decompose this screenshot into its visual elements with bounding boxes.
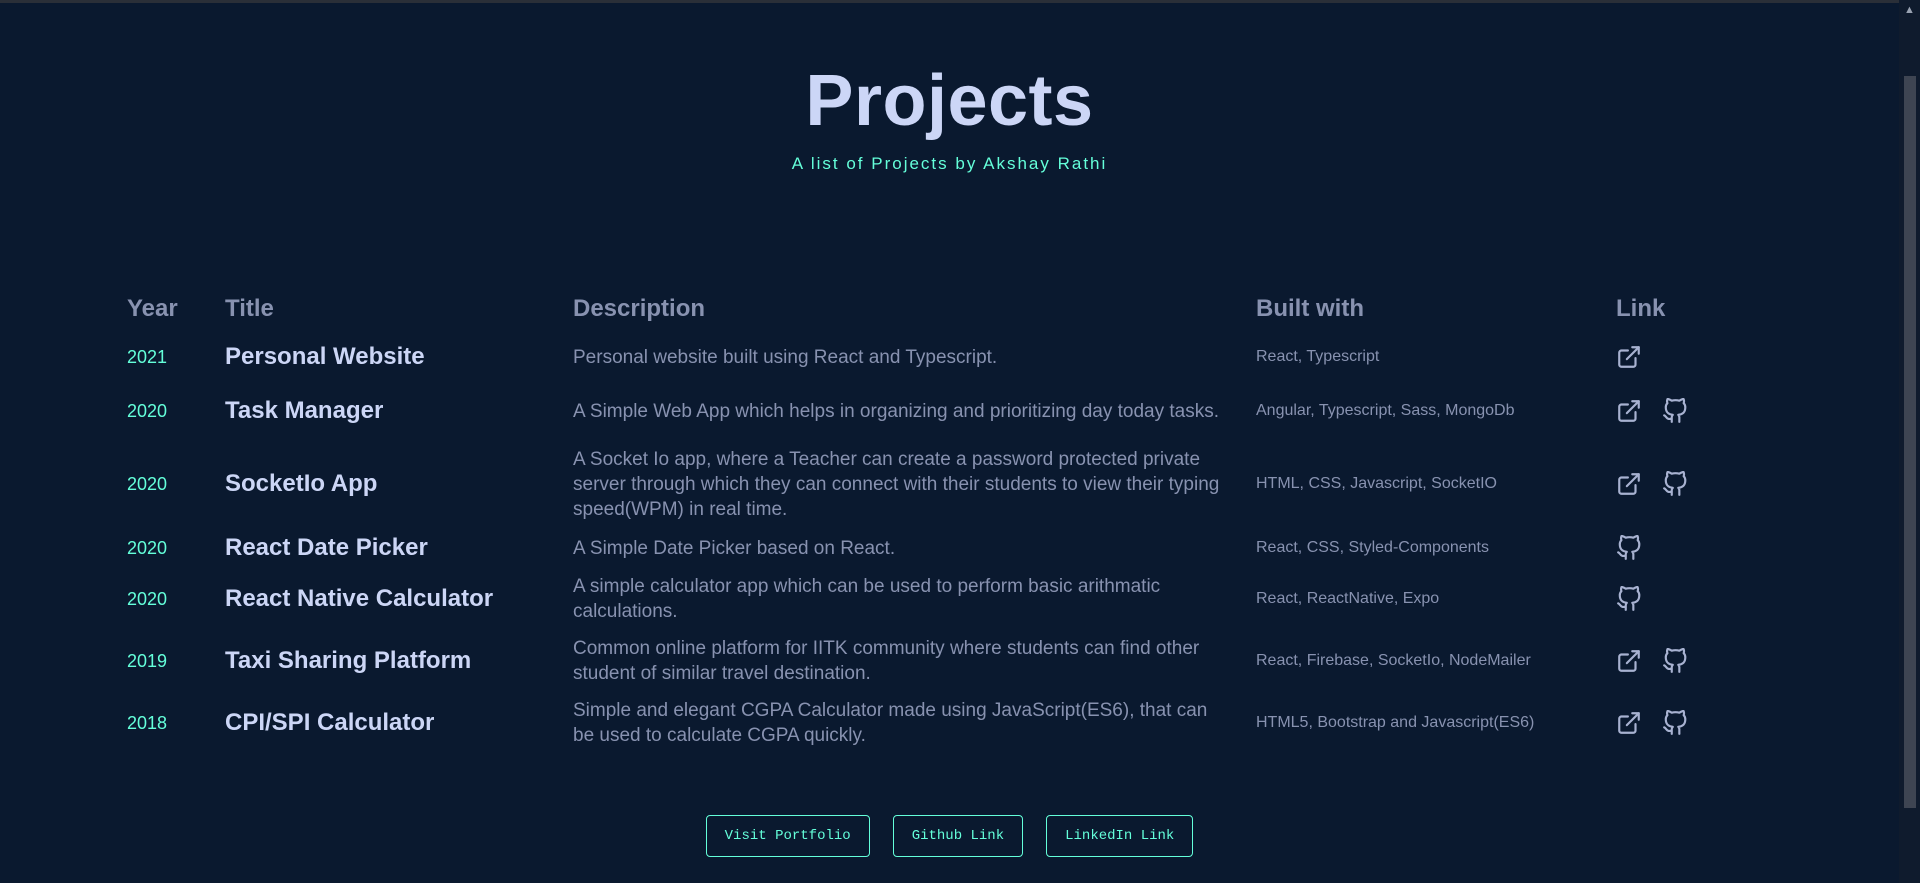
- project-links: [1616, 385, 1816, 437]
- github-link-button[interactable]: Github Link: [892, 815, 1024, 857]
- project-title: CPI/SPI Calculator: [225, 709, 435, 736]
- project-title: React Date Picker: [225, 534, 428, 561]
- table-row: 2020 SocketIo App A Socket Io app, where a…: [0, 445, 1899, 523]
- table-header: Year Title Description Built with Link: [0, 295, 1899, 327]
- project-built-with: React, ReactNative, Expo: [1256, 590, 1440, 607]
- project-links: [1616, 531, 1816, 565]
- project-year: 2021: [127, 346, 168, 367]
- project-description: Personal website built using React and T…: [573, 346, 998, 368]
- scrollbar-thumb[interactable]: [1904, 76, 1916, 808]
- project-year: 2019: [127, 650, 168, 671]
- project-links: [1616, 342, 1816, 372]
- column-header-description: Description: [573, 295, 706, 322]
- external-link-icon[interactable]: [1616, 471, 1642, 497]
- project-links: [1616, 573, 1816, 625]
- project-links: [1616, 697, 1816, 749]
- project-title: Task Manager: [225, 397, 384, 424]
- project-year: 2020: [127, 537, 168, 558]
- project-links: [1616, 445, 1816, 523]
- project-description: A Socket Io app, where a Teacher can cre…: [573, 448, 1220, 520]
- github-icon[interactable]: [1662, 710, 1688, 736]
- project-year: 2018: [127, 712, 168, 733]
- project-year: 2020: [127, 588, 168, 609]
- external-link-icon[interactable]: [1616, 648, 1642, 674]
- project-description: Simple and elegant CGPA Calculator made …: [573, 700, 1208, 746]
- project-description: A simple calculator app which can be use…: [573, 576, 1161, 622]
- project-description: A Simple Web App which helps in organizi…: [573, 400, 1220, 422]
- project-description: A Simple Date Picker based on React.: [573, 537, 896, 559]
- project-title: React Native Calculator: [225, 585, 494, 612]
- project-title: Taxi Sharing Platform: [225, 647, 472, 674]
- github-icon[interactable]: [1662, 398, 1688, 424]
- table-row: 2019 Taxi Sharing Platform Common online p…: [0, 635, 1899, 687]
- scroll-up-icon[interactable]: ▲: [1904, 4, 1915, 16]
- project-year: 2020: [127, 400, 168, 421]
- table-row: 2020 Task Manager A Simple Web App which h…: [0, 385, 1899, 437]
- github-icon[interactable]: [1662, 648, 1688, 674]
- project-built-with: React, CSS, Styled-Components: [1256, 539, 1489, 556]
- column-header-title: Title: [225, 295, 274, 322]
- external-link-icon[interactable]: [1616, 710, 1642, 736]
- project-built-with: HTML5, Bootstrap and Javascript(ES6): [1256, 714, 1535, 731]
- github-icon[interactable]: [1616, 586, 1642, 612]
- column-header-year: Year: [127, 295, 178, 322]
- project-description: Common online platform for IITK communit…: [573, 638, 1200, 684]
- project-built-with: Angular, Typescript, Sass, MongoDb: [1256, 402, 1515, 419]
- linkedin-link-button[interactable]: LinkedIn Link: [1046, 815, 1194, 857]
- github-icon[interactable]: [1616, 535, 1642, 561]
- page-header: Projects A list of Projects by Akshay Ra…: [0, 60, 1899, 174]
- column-header-built-with: Built with: [1256, 295, 1364, 322]
- project-year: 2020: [127, 473, 168, 494]
- page-subtitle: A list of Projects by Akshay Rathi: [791, 154, 1108, 173]
- project-links: [1616, 635, 1816, 687]
- github-icon[interactable]: [1662, 471, 1688, 497]
- external-link-icon[interactable]: [1616, 398, 1642, 424]
- footer-buttons: Visit Portfolio Github Link LinkedIn Lin…: [0, 815, 1899, 857]
- table-row: 2020 React Date Picker A Simple Date Picke…: [0, 531, 1899, 565]
- column-header-link: Link: [1616, 295, 1666, 322]
- project-title: SocketIo App: [225, 470, 378, 497]
- visit-portfolio-button[interactable]: Visit Portfolio: [705, 815, 870, 857]
- table-row: 2020 React Native Calculator A simple calc…: [0, 573, 1899, 625]
- project-title: Personal Website: [225, 343, 425, 370]
- project-built-with: React, Firebase, SocketIo, NodeMailer: [1256, 652, 1531, 669]
- project-built-with: React, Typescript: [1256, 348, 1380, 365]
- project-built-with: HTML, CSS, Javascript, SocketIO: [1256, 475, 1497, 492]
- vertical-scrollbar[interactable]: ▲: [1899, 0, 1920, 883]
- page-title: Projects: [805, 61, 1094, 141]
- table-row: 2018 CPI/SPI Calculator Simple and elegant…: [0, 697, 1899, 749]
- projects-page: Projects A list of Projects by Akshay Ra…: [0, 0, 1899, 883]
- external-link-icon[interactable]: [1616, 344, 1642, 370]
- table-row: 2021 Personal Website Personal website bui…: [0, 342, 1899, 372]
